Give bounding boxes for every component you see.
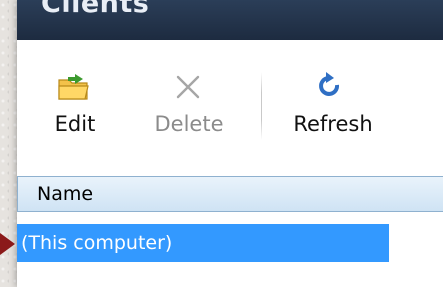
toolbar-separator bbox=[261, 72, 262, 140]
column-header-label: Name bbox=[37, 183, 94, 205]
close-icon bbox=[173, 72, 203, 106]
clients-window: Clients Edit Delete Refresh Name (This c… bbox=[17, 0, 443, 287]
edit-label: Edit bbox=[54, 112, 96, 136]
delete-button[interactable]: Delete bbox=[151, 52, 227, 155]
folder-edit-icon bbox=[57, 72, 93, 106]
refresh-icon bbox=[315, 72, 345, 106]
toolbar: Edit Delete Refresh bbox=[17, 52, 443, 155]
delete-label: Delete bbox=[154, 112, 224, 136]
refresh-button[interactable]: Refresh bbox=[285, 52, 381, 155]
row-name-cell: (This computer) bbox=[21, 232, 173, 254]
refresh-label: Refresh bbox=[293, 112, 373, 136]
selection-pointer-icon bbox=[0, 233, 15, 255]
title-bar: Clients bbox=[17, 0, 443, 40]
window-title: Clients bbox=[41, 0, 150, 19]
column-header-name[interactable]: Name bbox=[17, 177, 443, 211]
table-row[interactable]: (This computer) bbox=[17, 224, 389, 262]
edit-button[interactable]: Edit bbox=[47, 52, 103, 155]
grid-header: Name bbox=[17, 176, 443, 212]
